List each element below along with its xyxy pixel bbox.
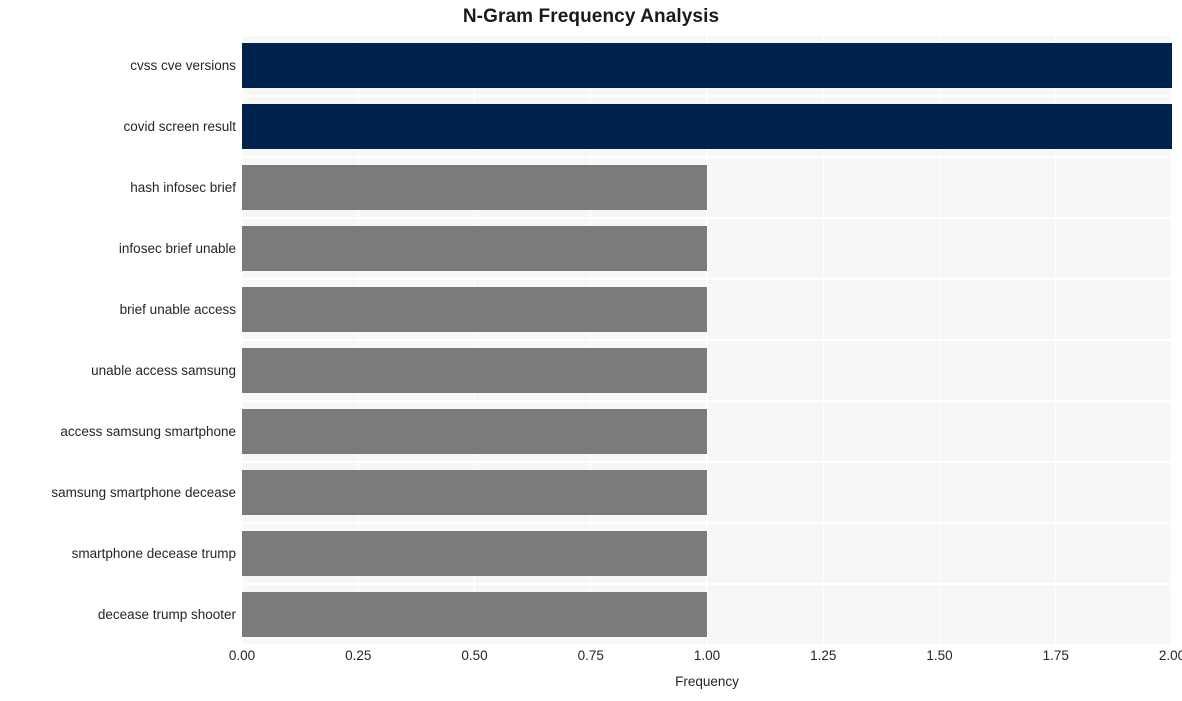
y-tick-label: hash infosec brief: [130, 179, 236, 195]
x-axis-label: Frequency: [675, 674, 739, 689]
y-tick-label: smartphone decease trump: [71, 545, 236, 561]
x-tick-label: 0.25: [345, 648, 372, 663]
gridline-horizontal-4: [242, 278, 1172, 280]
bar: [242, 592, 707, 637]
x-tick-label: 0.00: [228, 648, 256, 663]
gridline-horizontal-9: [242, 583, 1172, 585]
x-tick-label: 0.75: [577, 648, 604, 663]
x-tick-label: 1.25: [810, 648, 837, 663]
gridline-horizontal-6: [242, 400, 1172, 402]
gridline-horizontal-2: [242, 156, 1172, 158]
y-tick-label: brief unable access: [119, 301, 236, 317]
chart-title: N-Gram Frequency Analysis: [462, 6, 720, 27]
bar: [242, 104, 1172, 149]
bar: [242, 348, 707, 393]
x-tick-label: 2.00: [1158, 648, 1182, 663]
bar: [242, 409, 707, 454]
gridline-horizontal-0: [242, 35, 1172, 36]
x-tick-label: 1.75: [1042, 648, 1069, 663]
x-tick-label: 0.50: [461, 648, 488, 663]
y-tick-label: infosec brief unable: [118, 240, 236, 256]
gridline-horizontal-7: [242, 461, 1172, 463]
x-axis-tick-labels: 0.00 0.25 0.50 0.75 1.00 1.25 1.50 1.75 2.00: [229, 648, 1182, 670]
plot-area: [242, 35, 1172, 645]
gridline-horizontal-8: [242, 522, 1172, 524]
y-tick-label: covid screen result: [123, 118, 236, 134]
bar: [242, 531, 707, 576]
y-tick-label: decease trump shooter: [97, 606, 236, 622]
gridline-horizontal-10: [242, 644, 1172, 645]
y-tick-label: cvss cve versions: [130, 57, 236, 73]
ngram-frequency-chart-figure: N-Gram Frequency Analysis cvss cve versi…: [0, 0, 1182, 701]
x-tick-label: 1.50: [926, 648, 953, 663]
bar: [242, 470, 707, 515]
y-tick-label: samsung smartphone decease: [51, 484, 236, 500]
bar: [242, 165, 707, 210]
y-tick-label: unable access samsung: [91, 362, 236, 378]
y-axis-tick-labels: cvss cve versions covid screen result hash…: [0, 35, 236, 645]
bar: [242, 287, 707, 332]
gridline-horizontal-1: [242, 95, 1172, 97]
x-tick-label: 1.00: [693, 648, 721, 663]
bar: [242, 43, 1172, 88]
gridline-horizontal-5: [242, 339, 1172, 341]
gridline-horizontal-3: [242, 217, 1172, 219]
bar: [242, 226, 707, 271]
y-tick-label: access samsung smartphone: [60, 423, 236, 439]
